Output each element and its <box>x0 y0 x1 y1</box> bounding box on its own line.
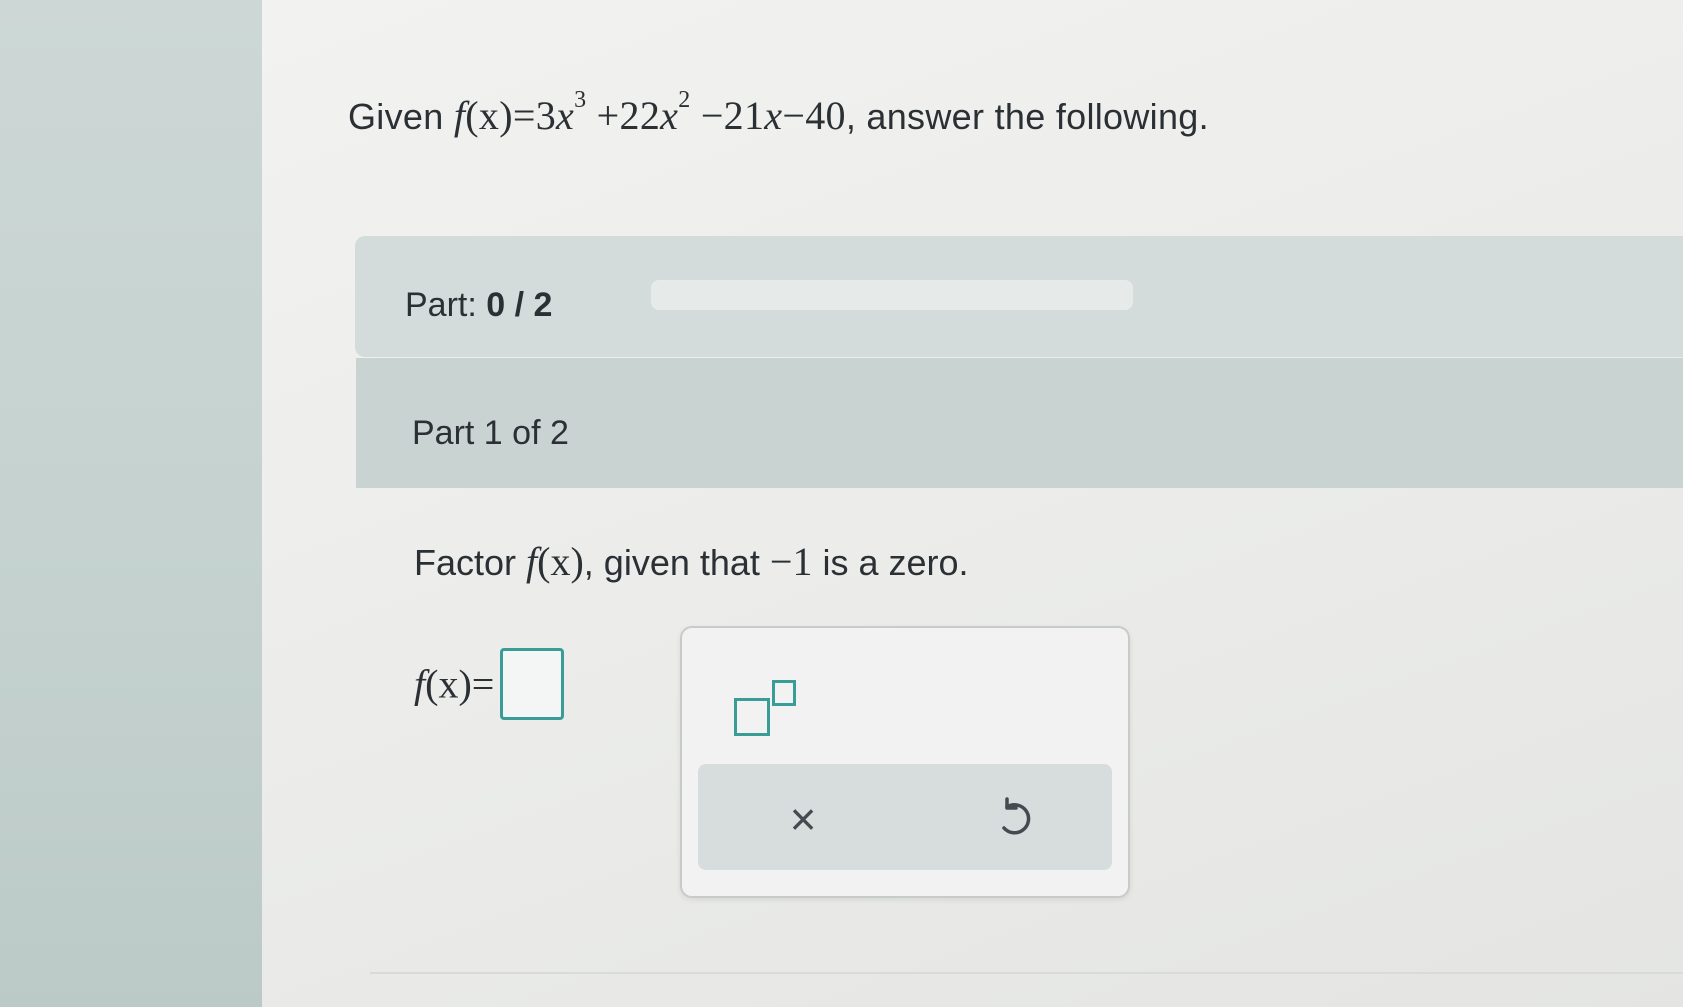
zero-value: −1 <box>769 539 813 584</box>
term3-coef: −21 <box>690 93 765 138</box>
part-current: 0 <box>486 286 506 324</box>
question-prefix: Given <box>348 96 454 137</box>
answer-lhs: f(x)= <box>414 662 494 707</box>
part-progress-bar: Part: 0 / 2 <box>355 236 1683 357</box>
part-total: 2 <box>533 286 553 324</box>
superscript-base-box <box>734 698 770 736</box>
term2-exp: 2 <box>678 87 691 113</box>
term2-coef: +22 <box>586 93 661 138</box>
instruction-middle: , given that <box>583 542 770 583</box>
instruction-prefix: Factor <box>414 542 527 583</box>
divider <box>370 972 1683 974</box>
answer-fn-name: f <box>414 661 426 707</box>
superscript-template-icon[interactable] <box>734 680 806 740</box>
instruction-fn-name: f <box>526 539 538 584</box>
left-margin <box>0 0 262 1007</box>
instruction-fn: f(x) <box>526 539 584 584</box>
answer-equals: = <box>471 661 495 707</box>
instruction-suffix: is a zero. <box>812 542 969 583</box>
subpart-header: Part 1 of 2 <box>356 358 1683 488</box>
term2-var: x <box>660 93 679 138</box>
instruction-text: Factor f(x), given that −1 is a zero. <box>414 538 969 585</box>
question-suffix: , answer the following. <box>845 96 1209 137</box>
math-tool-panel: × <box>680 626 1130 898</box>
close-icon[interactable]: × <box>778 794 828 844</box>
instruction-fn-arg: (x) <box>537 539 584 584</box>
subpart-label: Part 1 of 2 <box>412 414 569 452</box>
part-separator: / <box>505 286 534 324</box>
term1-exp: 3 <box>574 87 587 113</box>
part-progress-label: Part: 0 / 2 <box>405 286 552 325</box>
part-label-text: Part: <box>405 286 477 324</box>
question-equation: f(x)=3x3 +22x2 −21x−40 <box>453 88 846 138</box>
undo-icon-svg <box>1002 797 1031 835</box>
term4: −40 <box>782 93 846 138</box>
term1-coef: 3 <box>535 93 556 138</box>
fn-name: f <box>453 93 466 138</box>
term1-var: x <box>556 93 575 138</box>
superscript-exp-box <box>772 680 796 706</box>
progress-track <box>651 280 1133 310</box>
question-text: Given f(x)=3x3 +22x2 −21x−40, answer the… <box>348 88 1209 139</box>
equals-sign: = <box>512 93 536 138</box>
fn-arg: (x) <box>465 93 513 138</box>
answer-input[interactable] <box>500 648 565 720</box>
term3-var: x <box>764 93 783 138</box>
action-bar: × <box>698 764 1112 870</box>
answer-fn-arg: (x) <box>425 661 472 707</box>
undo-icon[interactable] <box>990 794 1040 844</box>
answer-row: f(x)= <box>414 648 565 720</box>
